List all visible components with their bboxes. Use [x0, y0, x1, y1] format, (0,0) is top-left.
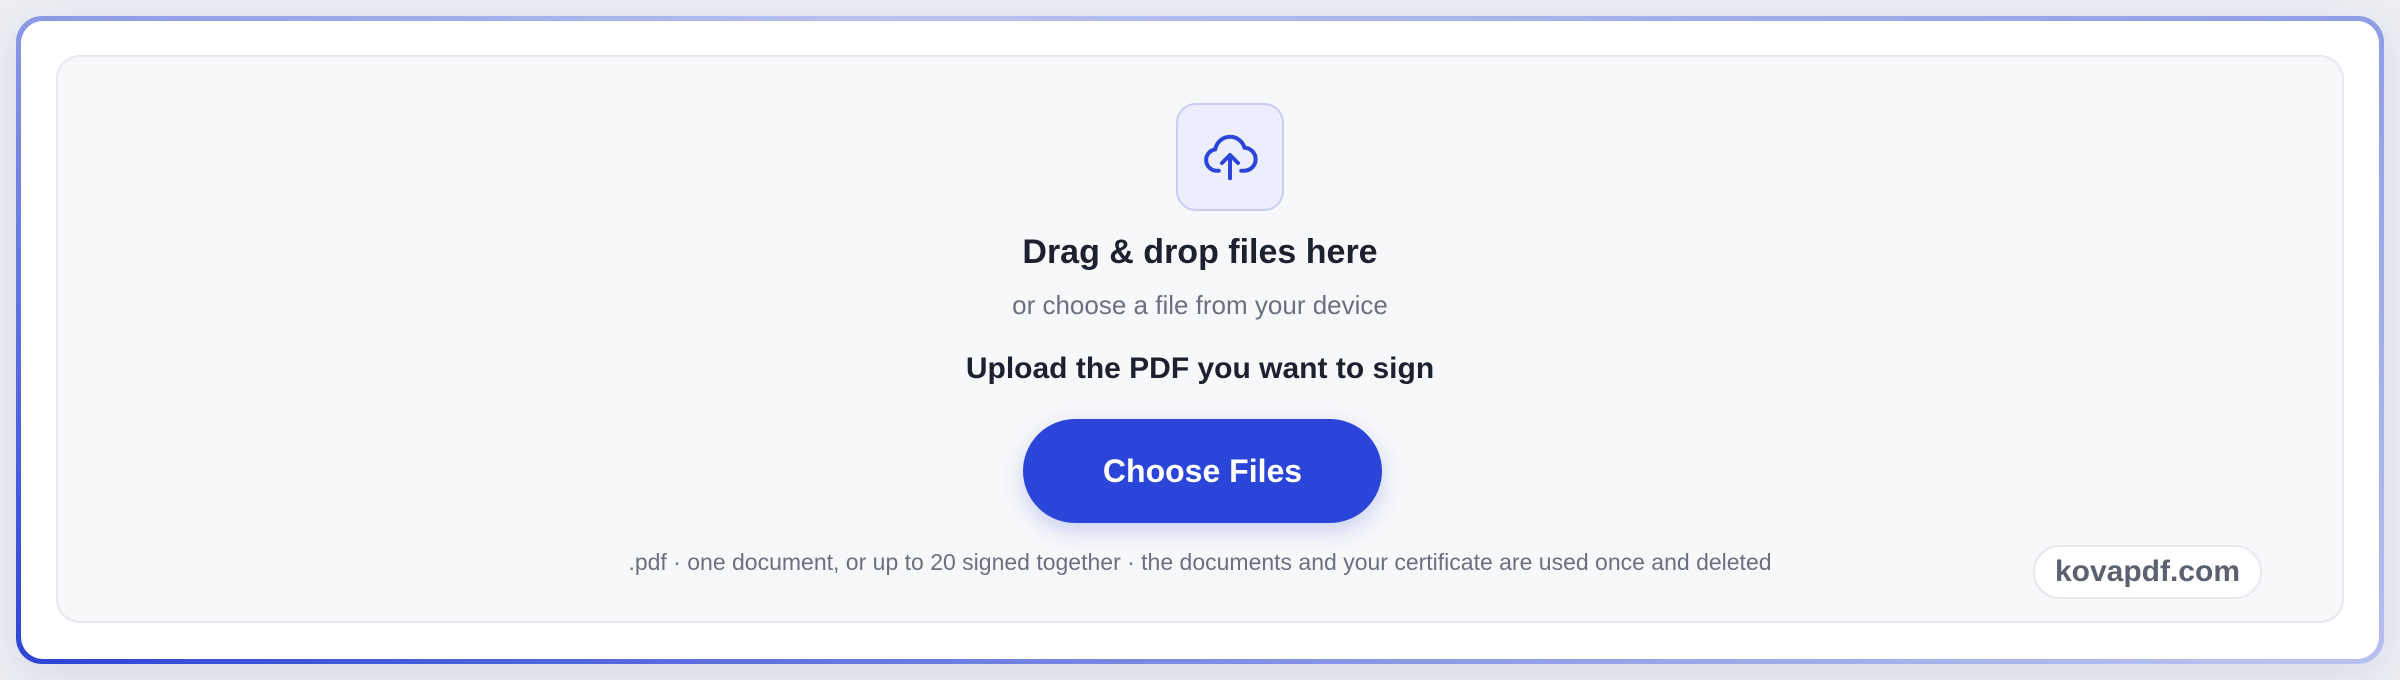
upload-card-frame: Drag & drop files here or choose a file … — [16, 16, 2384, 664]
dropzone-headline: Drag & drop files here — [1022, 233, 1378, 271]
upload-icon-container — [1176, 103, 1284, 211]
cloud-upload-icon — [1204, 134, 1258, 181]
upload-instruction: Upload the PDF you want to sign — [965, 352, 1435, 385]
file-requirements-note: .pdf · one document, or up to 20 signed … — [628, 549, 1772, 575]
choose-files-button[interactable]: Choose Files — [1023, 419, 1382, 523]
file-dropzone[interactable]: Drag & drop files here or choose a file … — [56, 55, 2344, 623]
brand-badge: kovapdf.com — [2032, 545, 2262, 599]
dropzone-subline: or choose a file from your device — [1012, 290, 1388, 320]
upload-card: Drag & drop files here or choose a file … — [21, 21, 2379, 659]
